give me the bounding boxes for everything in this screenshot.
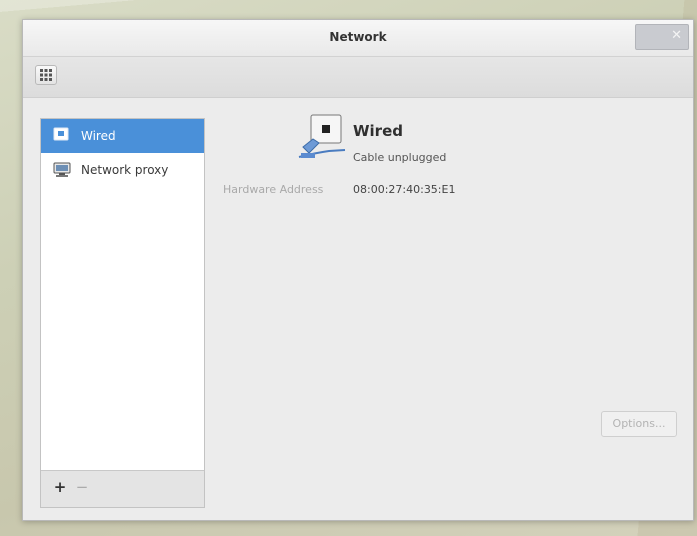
ethernet-icon xyxy=(53,127,71,146)
sidebar-item-network-proxy[interactable]: Network proxy xyxy=(41,153,204,187)
close-icon[interactable]: ✕ xyxy=(671,28,682,44)
all-settings-button[interactable] xyxy=(35,65,57,85)
hardware-address-value: 08:00:27:40:35:E1 xyxy=(353,183,456,196)
options-button[interactable]: Options... xyxy=(601,411,677,437)
titlebar: Network ✕ xyxy=(23,20,693,57)
sidebar-item-label: Network proxy xyxy=(81,163,169,177)
sidebar-item-label: Wired xyxy=(81,129,116,143)
window-title: Network xyxy=(329,30,387,44)
remove-connection-button[interactable]: − xyxy=(73,479,91,497)
sidebar-footer: + − xyxy=(41,470,204,507)
window-controls: ✕ xyxy=(635,24,689,50)
toolbar xyxy=(23,57,693,98)
connection-title: Wired xyxy=(353,122,403,140)
hardware-address-label: Hardware Address xyxy=(223,183,324,196)
connection-status: Cable unplugged xyxy=(353,151,447,164)
device-list: Wired Network proxy + − xyxy=(40,118,205,508)
app-grid-icon xyxy=(40,69,52,81)
add-connection-button[interactable]: + xyxy=(51,479,69,497)
network-window: Network ✕ Wired Network proxy + − Wired … xyxy=(22,19,694,521)
wired-connection-icon xyxy=(297,113,349,165)
network-proxy-icon xyxy=(53,161,73,182)
sidebar-item-wired[interactable]: Wired xyxy=(41,119,204,153)
